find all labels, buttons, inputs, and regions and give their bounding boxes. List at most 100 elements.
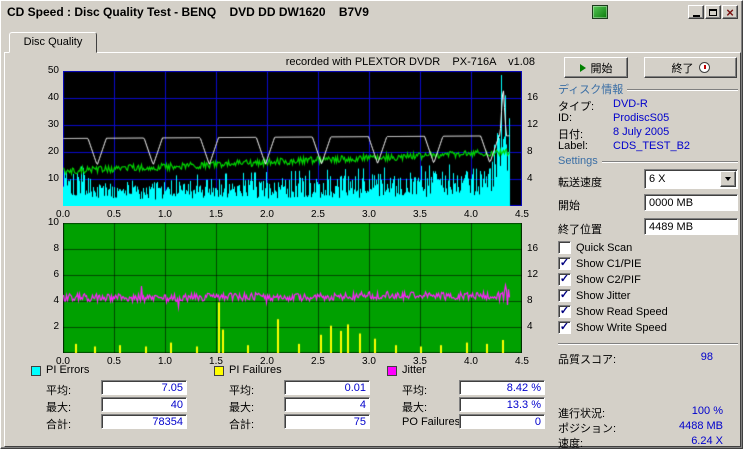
progress-value: 100 % bbox=[691, 405, 723, 417]
maximize-icon bbox=[709, 8, 717, 16]
end-position-input[interactable]: 4489 MB bbox=[644, 218, 738, 235]
axis-tick-label: 2 bbox=[53, 321, 59, 332]
axis-tick-label: 0.5 bbox=[107, 356, 121, 367]
quality-score-value: 98 bbox=[700, 351, 713, 363]
position-value: 4488 MB bbox=[678, 420, 723, 432]
axis-tick-label: 8 bbox=[527, 295, 533, 306]
stat-row-label: 最大: bbox=[229, 402, 255, 414]
axis-tick-label: 12 bbox=[527, 119, 539, 130]
position-label: ポジション: bbox=[558, 423, 617, 435]
axis-tick-label: 2.0 bbox=[260, 356, 274, 367]
minimize-icon bbox=[692, 14, 700, 17]
pi-errors-legend-swatch bbox=[31, 366, 41, 376]
axis-tick-label: 20 bbox=[47, 146, 59, 157]
axis-tick-label: 4.0 bbox=[464, 209, 478, 220]
stat-row-label: 合計: bbox=[46, 419, 72, 431]
axis-tick-label: 0.0 bbox=[56, 356, 70, 367]
stat-value: 0.01 bbox=[284, 380, 370, 395]
disc-info-label: ID: bbox=[558, 112, 573, 124]
axis-tick-label: 50 bbox=[47, 65, 59, 76]
checkbox-show-read-speed[interactable]: ✓ bbox=[558, 305, 571, 318]
axis-tick-label: 1.5 bbox=[209, 209, 223, 220]
start-position-input[interactable]: 0000 MB bbox=[644, 194, 738, 211]
axis-tick-label: 10 bbox=[47, 173, 59, 184]
stat-value: 0 bbox=[459, 414, 545, 429]
section-divider bbox=[558, 343, 738, 345]
end-position-value: 4489 MB bbox=[649, 221, 694, 233]
quality-score-label: 品質スコア: bbox=[558, 354, 617, 366]
axis-tick-label: 4 bbox=[53, 295, 59, 306]
stat-value: 40 bbox=[101, 397, 187, 412]
titlebar: CD Speed : Disc Quality Test - BENQ DVD … bbox=[1, 1, 742, 19]
stat-row-label: 平均: bbox=[229, 385, 255, 397]
dropdown-arrow-button[interactable] bbox=[720, 171, 736, 187]
transfer-speed-label: 転送速度 bbox=[558, 177, 602, 189]
stat-row-label: 最大: bbox=[46, 402, 72, 414]
axis-tick-label: 2.0 bbox=[260, 209, 274, 220]
checkmark-icon: ✓ bbox=[559, 304, 570, 317]
axis-tick-label: 3.5 bbox=[413, 209, 427, 220]
disc-info-header: ディスク情報 bbox=[558, 81, 738, 97]
axis-tick-label: 0.5 bbox=[107, 209, 121, 220]
checkbox-label: Show C2/PIF bbox=[576, 274, 641, 286]
axis-tick-label: 16 bbox=[527, 243, 539, 254]
stat-row-label: 合計: bbox=[229, 419, 255, 431]
checkbox-show-write-speed[interactable]: ✓ bbox=[558, 321, 571, 334]
chevron-down-icon bbox=[725, 177, 731, 181]
tab-disc-quality[interactable]: Disc Quality bbox=[9, 32, 97, 53]
window-title: CD Speed : Disc Quality Test - BENQ DVD … bbox=[7, 5, 369, 19]
start-position-label: 開始 bbox=[558, 200, 580, 212]
axis-tick-label: 4.5 bbox=[515, 209, 529, 220]
axis-tick-label: 1.0 bbox=[158, 356, 172, 367]
start-button[interactable]: 開始 bbox=[564, 57, 628, 78]
stat-row-label: 平均: bbox=[46, 385, 72, 397]
stat-value: 75 bbox=[284, 414, 370, 429]
checkbox-label: Show Read Speed bbox=[576, 306, 668, 318]
settings-header: Settings bbox=[558, 155, 738, 167]
close-button[interactable]: × bbox=[722, 5, 738, 19]
transfer-speed-value: 6 X bbox=[649, 173, 666, 185]
stat-value: 8.42 % bbox=[459, 380, 545, 395]
checkbox-show-jitter[interactable]: ✓ bbox=[558, 289, 571, 302]
checkbox-show-c1-pie[interactable]: ✓ bbox=[558, 257, 571, 270]
axis-tick-label: 40 bbox=[47, 92, 59, 103]
axis-tick-label: 16 bbox=[527, 92, 539, 103]
tab-label: Disc Quality bbox=[23, 36, 83, 48]
stat-row-label: PO Failures: bbox=[402, 416, 464, 428]
section-divider bbox=[601, 161, 738, 163]
minimize-button[interactable] bbox=[688, 5, 704, 19]
section-divider bbox=[627, 89, 738, 91]
end-position-label: 終了位置 bbox=[558, 224, 602, 236]
start-position-value: 0000 MB bbox=[649, 197, 694, 209]
jitter-legend-swatch bbox=[387, 366, 397, 376]
stat-row-label: 最大: bbox=[402, 402, 428, 414]
disc-info-value: CDS_TEST_B2 bbox=[613, 140, 691, 152]
axis-tick-label: 12 bbox=[527, 269, 539, 280]
exit-button[interactable]: 終了 bbox=[644, 57, 737, 78]
disc-info-header-label: ディスク情報 bbox=[558, 84, 624, 96]
axis-tick-label: 1.5 bbox=[209, 356, 223, 367]
axis-tick-label: 8 bbox=[527, 146, 533, 157]
titlebar-app-icon-1[interactable] bbox=[592, 5, 608, 19]
disc-info-value: DVD-R bbox=[613, 98, 648, 110]
checkmark-icon: ✓ bbox=[559, 272, 570, 285]
checkbox-show-c2-pif[interactable]: ✓ bbox=[558, 273, 571, 286]
speed-value: 6.24 X bbox=[691, 435, 723, 447]
maximize-button[interactable] bbox=[705, 5, 721, 19]
start-button-label: 開始 bbox=[590, 62, 613, 75]
app-window: CD Speed : Disc Quality Test - BENQ DVD … bbox=[0, 0, 743, 449]
close-icon: × bbox=[726, 4, 734, 20]
axis-tick-label: 6 bbox=[53, 269, 59, 280]
checkbox-quick-scan[interactable] bbox=[558, 241, 571, 254]
axis-tick-label: 2.5 bbox=[311, 356, 325, 367]
axis-tick-label: 10 bbox=[47, 217, 59, 228]
axis-tick-label: 4.0 bbox=[464, 356, 478, 367]
checkbox-label: Show C1/PIE bbox=[576, 258, 642, 270]
checkbox-label: Show Write Speed bbox=[576, 322, 667, 334]
progress-label: 進行状況: bbox=[558, 408, 606, 420]
exit-button-label: 終了 bbox=[671, 62, 694, 75]
exit-clock-icon bbox=[698, 62, 710, 73]
stat-row-label: 平均: bbox=[402, 385, 428, 397]
transfer-speed-select[interactable]: 6 X bbox=[644, 169, 738, 189]
axis-tick-label: 30 bbox=[47, 119, 59, 130]
